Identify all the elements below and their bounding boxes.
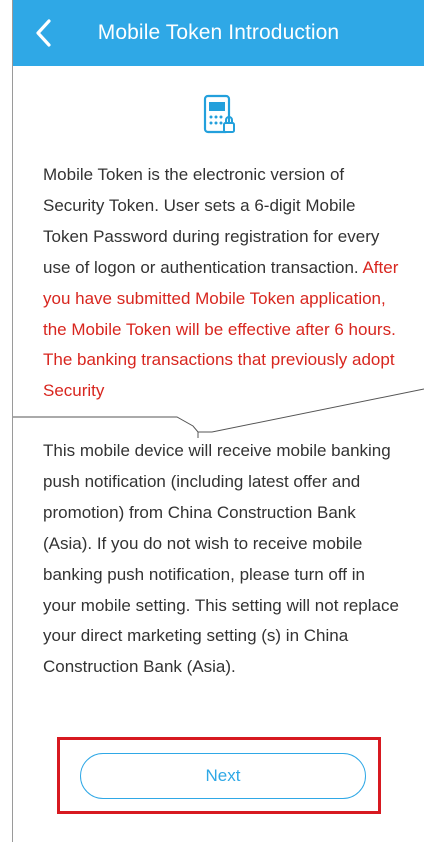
next-button-highlight: Next bbox=[57, 737, 381, 814]
push-notification-notice: This mobile device will receive mobile b… bbox=[43, 441, 399, 677]
app-screen: Mobile Token Introduction Mobile Token i… bbox=[12, 0, 424, 842]
next-button[interactable]: Next bbox=[80, 753, 366, 799]
screenshot-splice-divider bbox=[13, 388, 424, 438]
